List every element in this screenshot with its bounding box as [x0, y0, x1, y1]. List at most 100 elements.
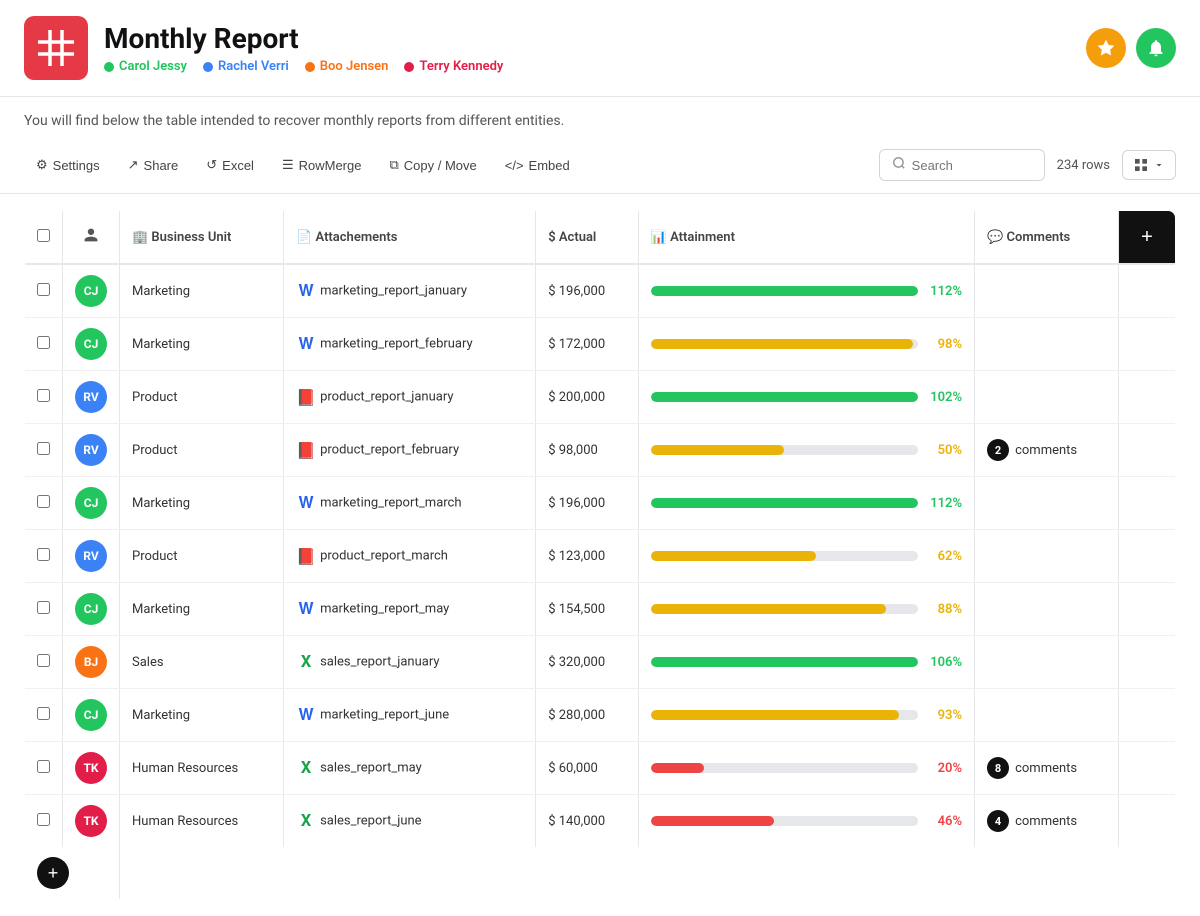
row-business-unit: Product [120, 530, 284, 583]
row-attachment[interactable]: 📕product_report_march [284, 530, 536, 583]
row-checkbox-cell[interactable] [25, 636, 63, 689]
row-checkbox-cell[interactable] [25, 371, 63, 424]
page-header: Monthly Report Carol JessyRachel VerriBo… [0, 0, 1200, 97]
collaborator-caroljessy[interactable]: Carol Jessy [104, 59, 187, 74]
select-all-checkbox[interactable] [37, 229, 50, 242]
rowmerge-button[interactable]: ☰ RowMerge [270, 149, 374, 181]
row-attachment[interactable]: 𝐖marketing_report_june [284, 689, 536, 742]
row-checkbox-cell[interactable] [25, 477, 63, 530]
row-checkbox-cell[interactable] [25, 530, 63, 583]
row-avatar-cell: RV [63, 371, 120, 424]
th-business-unit[interactable]: 🏢 Business Unit [120, 211, 284, 265]
th-attainment[interactable]: 📊 Attainment [638, 211, 974, 265]
row-attachment[interactable]: 𝐗sales_report_january [284, 636, 536, 689]
row-checkbox-cell[interactable] [25, 583, 63, 636]
table-row: CJMarketing𝐖marketing_report_january$ 19… [25, 264, 1176, 318]
share-button[interactable]: ↗ Share [116, 149, 191, 181]
row-attachment[interactable]: 📕product_report_january [284, 371, 536, 424]
row-checkbox[interactable] [37, 548, 50, 561]
pdf-icon: 📕 [296, 387, 316, 407]
row-checkbox[interactable] [37, 283, 50, 296]
comment-badge[interactable]: 2comments [987, 439, 1106, 461]
avatar: RV [75, 434, 107, 466]
row-extra-cell [1119, 264, 1176, 318]
th-attachements[interactable]: 📄 Attachements [284, 211, 536, 265]
row-checkbox[interactable] [37, 336, 50, 349]
row-actual: $ 196,000 [536, 264, 638, 318]
attainment-percent: 106% [926, 655, 962, 670]
excel-button[interactable]: ↺ Excel [194, 149, 266, 181]
header-actions [1086, 28, 1176, 68]
row-extra-cell [1119, 318, 1176, 371]
row-extra-cell [1119, 583, 1176, 636]
view-toggle[interactable] [1122, 150, 1176, 180]
bell-button[interactable] [1136, 28, 1176, 68]
collaborator-rachelverri[interactable]: Rachel Verri [203, 59, 289, 74]
embed-button[interactable]: </> Embed [493, 150, 582, 181]
row-actual: $ 60,000 [536, 742, 638, 795]
row-attainment: 62% [638, 530, 974, 583]
row-business-unit: Product [120, 424, 284, 477]
star-button[interactable] [1086, 28, 1126, 68]
row-checkbox[interactable] [37, 601, 50, 614]
row-attachment[interactable]: 𝐗sales_report_june [284, 795, 536, 848]
row-checkbox[interactable] [37, 707, 50, 720]
row-checkbox[interactable] [37, 813, 50, 826]
search-icon [892, 156, 906, 174]
row-checkbox-cell[interactable] [25, 424, 63, 477]
th-add-column[interactable]: + [1119, 211, 1176, 265]
word-icon: 𝐖 [296, 599, 316, 619]
th-checkbox[interactable] [25, 211, 63, 265]
row-attachment[interactable]: 𝐖marketing_report_may [284, 583, 536, 636]
avatar: CJ [75, 328, 107, 360]
add-row-button[interactable]: + [37, 857, 69, 889]
comment-badge[interactable]: 8comments [987, 757, 1106, 779]
collaborator-terrykennedy[interactable]: Terry Kennedy [404, 59, 503, 74]
row-checkbox-cell[interactable] [25, 742, 63, 795]
attainment-percent: 98% [926, 337, 962, 352]
row-business-unit: Human Resources [120, 795, 284, 848]
row-comments [975, 583, 1119, 636]
row-comments [975, 264, 1119, 318]
row-avatar-cell: CJ [63, 689, 120, 742]
row-checkbox[interactable] [37, 654, 50, 667]
row-checkbox-cell[interactable] [25, 264, 63, 318]
share-icon: ↗ [128, 157, 139, 173]
collaborator-dot [104, 62, 114, 72]
th-actual[interactable]: $ Actual [536, 211, 638, 265]
row-attachment[interactable]: 𝐖marketing_report_february [284, 318, 536, 371]
row-attainment: 88% [638, 583, 974, 636]
excel-icon: ↺ [206, 157, 217, 173]
add-column-button[interactable]: + [1131, 221, 1163, 253]
footer-add-row-cell[interactable]: + [25, 847, 120, 900]
row-avatar-cell: CJ [63, 264, 120, 318]
row-actual: $ 200,000 [536, 371, 638, 424]
settings-button[interactable]: ⚙ Settings [24, 149, 112, 181]
attainment-percent: 46% [926, 814, 962, 829]
copymove-button[interactable]: ⧉ Copy / Move [377, 149, 488, 181]
row-attachment[interactable]: 𝐖marketing_report_march [284, 477, 536, 530]
row-checkbox[interactable] [37, 760, 50, 773]
collaborator-dot [203, 62, 213, 72]
collaborator-boojensen[interactable]: Boo Jensen [305, 59, 389, 74]
row-attainment: 112% [638, 477, 974, 530]
row-checkbox-cell[interactable] [25, 318, 63, 371]
excel-icon: 𝐗 [296, 652, 316, 672]
row-extra-cell [1119, 424, 1176, 477]
row-attachment[interactable]: 📕product_report_february [284, 424, 536, 477]
row-checkbox-cell[interactable] [25, 689, 63, 742]
row-checkbox-cell[interactable] [25, 795, 63, 848]
avatar: RV [75, 540, 107, 572]
search-box[interactable] [879, 149, 1045, 181]
th-comments[interactable]: 💬 Comments [975, 211, 1119, 265]
row-attachment[interactable]: 𝐖marketing_report_january [284, 264, 536, 318]
row-checkbox[interactable] [37, 495, 50, 508]
table-row: CJMarketing𝐖marketing_report_may$ 154,50… [25, 583, 1176, 636]
row-attainment: 20% [638, 742, 974, 795]
row-checkbox[interactable] [37, 389, 50, 402]
comments-label: comments [1015, 814, 1077, 829]
row-attachment[interactable]: 𝐗sales_report_may [284, 742, 536, 795]
comment-badge[interactable]: 4comments [987, 810, 1106, 832]
row-checkbox[interactable] [37, 442, 50, 455]
search-input[interactable] [912, 158, 1032, 173]
